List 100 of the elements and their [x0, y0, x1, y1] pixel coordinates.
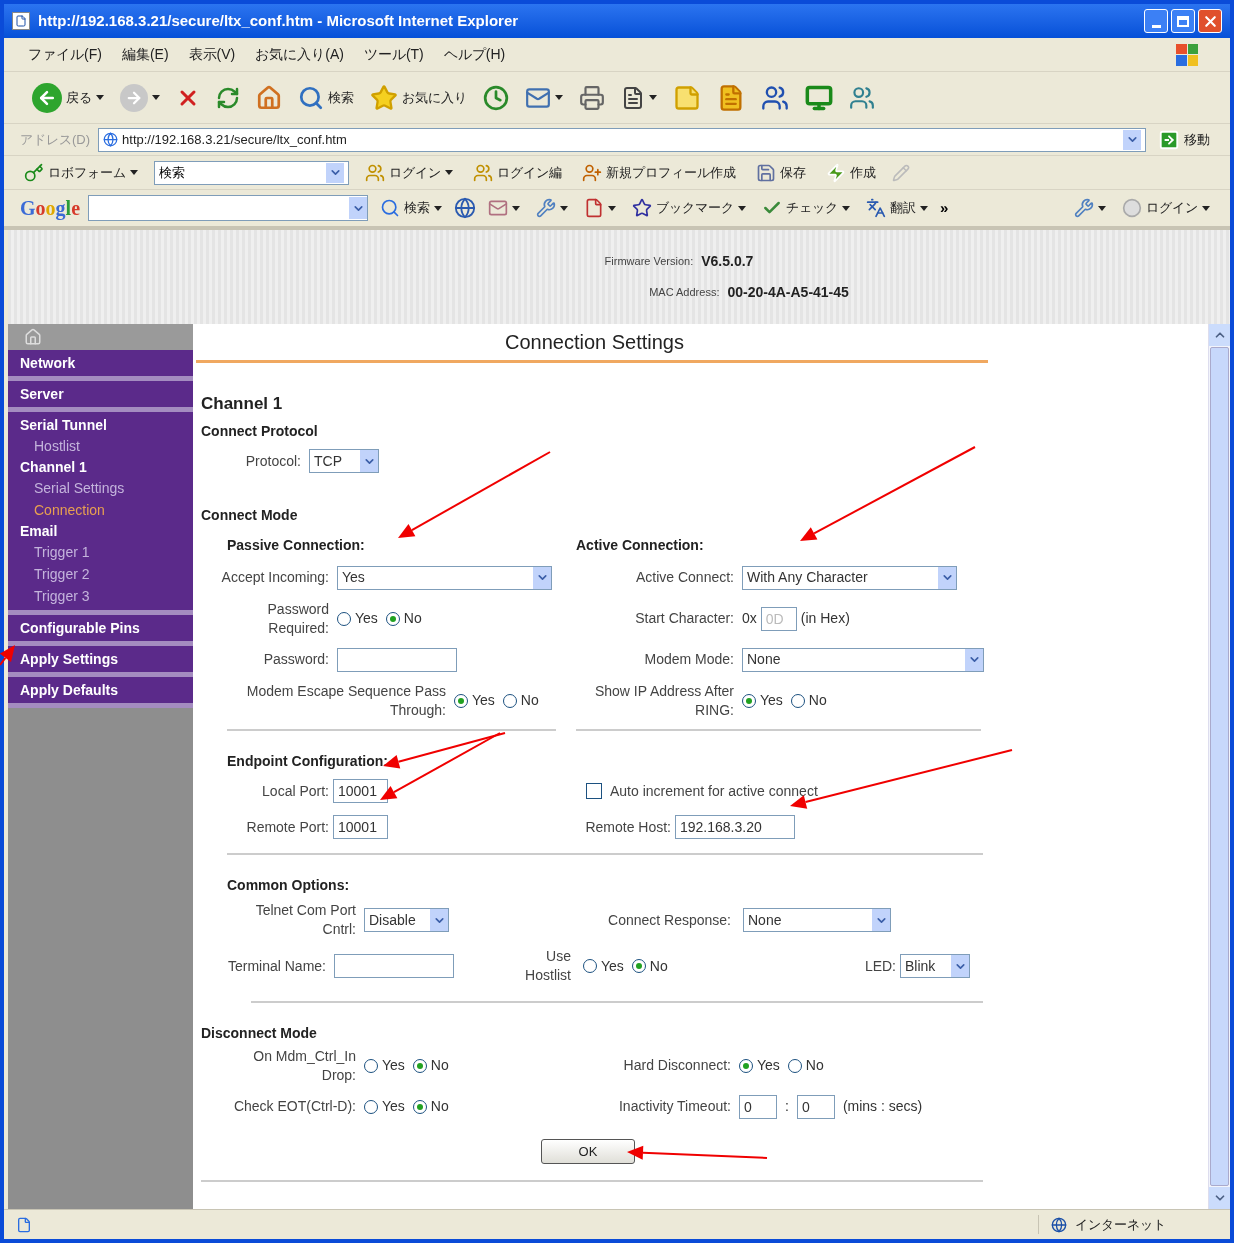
bookmarks-button[interactable]: ブックマーク	[628, 193, 750, 223]
channel-title: Channel 1	[201, 393, 284, 415]
text-field[interactable]: 0	[739, 1094, 777, 1119]
check-button[interactable]: チェック	[758, 193, 854, 223]
dropdown[interactable]: Disable	[364, 908, 449, 932]
login-edit-button[interactable]: ログイン編	[469, 157, 566, 188]
dropdown[interactable]: TCP	[309, 449, 379, 473]
nav-item[interactable]: Email	[20, 521, 181, 541]
radio-button[interactable]	[790, 693, 805, 708]
text-field[interactable]	[334, 954, 454, 978]
radio-button[interactable]	[454, 693, 468, 708]
pencil-icon	[892, 163, 910, 182]
text-field[interactable]: 10001	[333, 815, 388, 839]
nav-item[interactable]: Channel 1	[20, 457, 181, 477]
nav-subitem[interactable]: Trigger 2	[20, 563, 181, 585]
save-button[interactable]: 保存	[752, 157, 810, 188]
radio-label: Yes	[382, 1056, 405, 1075]
google-search-button[interactable]: 検索	[376, 193, 446, 223]
radio-button[interactable]	[583, 959, 597, 973]
radio-button[interactable]	[364, 1058, 378, 1073]
globe-icon	[1051, 1216, 1067, 1233]
nav-item[interactable]: Network	[20, 353, 181, 373]
new-profile-button[interactable]: 新規プロフィール作成	[578, 157, 740, 188]
radio-label: No	[649, 956, 668, 976]
text-field[interactable]: 0	[796, 1094, 835, 1119]
section-heading: Connect Protocol	[201, 423, 318, 439]
text-field[interactable]: 192.168.3.20	[675, 815, 795, 839]
nav-item[interactable]: Apply Defaults	[20, 680, 181, 700]
field-label: On Mdm_Ctrl_In Drop:	[252, 1046, 356, 1085]
google-search-field[interactable]	[88, 195, 368, 221]
caret-icon	[96, 95, 104, 100]
radio-button[interactable]	[337, 611, 351, 626]
nav-subitem[interactable]: Trigger 1	[20, 541, 181, 563]
field-label: Show IP Address After RING:	[593, 681, 734, 720]
hex-hint: (in Hex)	[800, 609, 850, 628]
field-label: Local Port:	[262, 781, 329, 801]
save-icon	[756, 162, 776, 183]
menu-item[interactable]: 編集(E)	[121, 44, 169, 65]
radio-button[interactable]	[412, 1099, 427, 1114]
search-field[interactable]: 検索	[154, 160, 349, 185]
nav-subitem[interactable]: Connection	[20, 499, 181, 521]
nav-item[interactable]: Server	[20, 384, 181, 404]
scroll-thumb[interactable]	[1210, 347, 1229, 1186]
radio-button[interactable]	[412, 1058, 427, 1073]
time-separator: :	[785, 1097, 789, 1116]
minimize-button[interactable]	[1144, 9, 1168, 33]
maximize-button[interactable]	[1171, 9, 1195, 33]
google-login-button[interactable]: ログイン	[1118, 193, 1214, 223]
translate-button[interactable]: 翻訳	[862, 193, 932, 223]
lightning-icon	[826, 162, 846, 183]
dropdown[interactable]: Yes	[337, 565, 552, 590]
radio-button[interactable]	[787, 1058, 802, 1073]
dropdown[interactable]: Blink	[900, 954, 970, 978]
menu-item[interactable]: ヘルプ(H)	[443, 44, 506, 65]
menu-item[interactable]: ツール(T)	[363, 44, 424, 65]
nav-subitem[interactable]: Trigger 3	[20, 585, 181, 607]
close-button[interactable]	[1198, 9, 1222, 33]
radio-button[interactable]	[364, 1099, 378, 1114]
radio-label: Yes	[760, 691, 783, 710]
checkbox[interactable]	[586, 783, 602, 799]
login-button[interactable]: ログイン	[361, 157, 457, 188]
search-button[interactable]: 検索	[294, 82, 358, 113]
nav-subitem[interactable]: Hostlist	[20, 435, 181, 457]
more-button[interactable]: »	[940, 196, 949, 220]
caret-icon	[1202, 205, 1210, 211]
caret-icon	[842, 205, 850, 211]
ok-button[interactable]: OK	[541, 1139, 635, 1164]
menu-item[interactable]: 表示(V)	[188, 44, 236, 65]
radio-button[interactable]	[739, 1058, 753, 1073]
text-field[interactable]: 10001	[333, 779, 388, 803]
field-label: Hard Disconnect:	[623, 1056, 731, 1075]
nav-subitem[interactable]: Serial Settings	[20, 477, 181, 499]
text-field[interactable]	[337, 647, 457, 672]
roboform-button[interactable]: ロボフォーム	[20, 157, 142, 188]
radio-button[interactable]	[502, 693, 517, 708]
caret-icon	[555, 95, 563, 100]
dropdown[interactable]: With Any Character	[742, 565, 957, 590]
radio-button[interactable]	[742, 693, 756, 708]
address-field[interactable]: http://192.168.3.21/secure/ltx_conf.htm	[98, 127, 1146, 152]
radio-button[interactable]	[631, 959, 646, 973]
monitor-icon	[805, 83, 833, 112]
caret-icon	[512, 205, 520, 211]
create-button[interactable]: 作成	[822, 157, 880, 188]
history-icon	[483, 84, 509, 111]
menu-item[interactable]: お気に入り(A)	[255, 44, 344, 65]
nav-item[interactable]: Configurable Pins	[20, 618, 181, 638]
nav-item[interactable]: Apply Settings	[20, 649, 181, 669]
field-label: Use Hostlist	[524, 947, 571, 985]
dropdown[interactable]: None	[742, 647, 984, 672]
favorites-button[interactable]: お気に入り	[366, 82, 471, 113]
firmware-label: Firmware Version:	[604, 254, 694, 270]
section-heading: Disconnect Mode	[201, 1025, 317, 1041]
envelope-icon	[488, 198, 508, 218]
menu-item[interactable]: ファイル(F)	[28, 44, 102, 65]
go-button[interactable]: 移動	[1154, 128, 1214, 151]
nav-item[interactable]: Serial Tunnel	[20, 415, 181, 435]
back-button[interactable]: 戻る	[28, 82, 108, 113]
radio-label: No	[520, 691, 539, 710]
dropdown[interactable]: None	[743, 908, 891, 932]
radio-button[interactable]	[385, 611, 400, 626]
